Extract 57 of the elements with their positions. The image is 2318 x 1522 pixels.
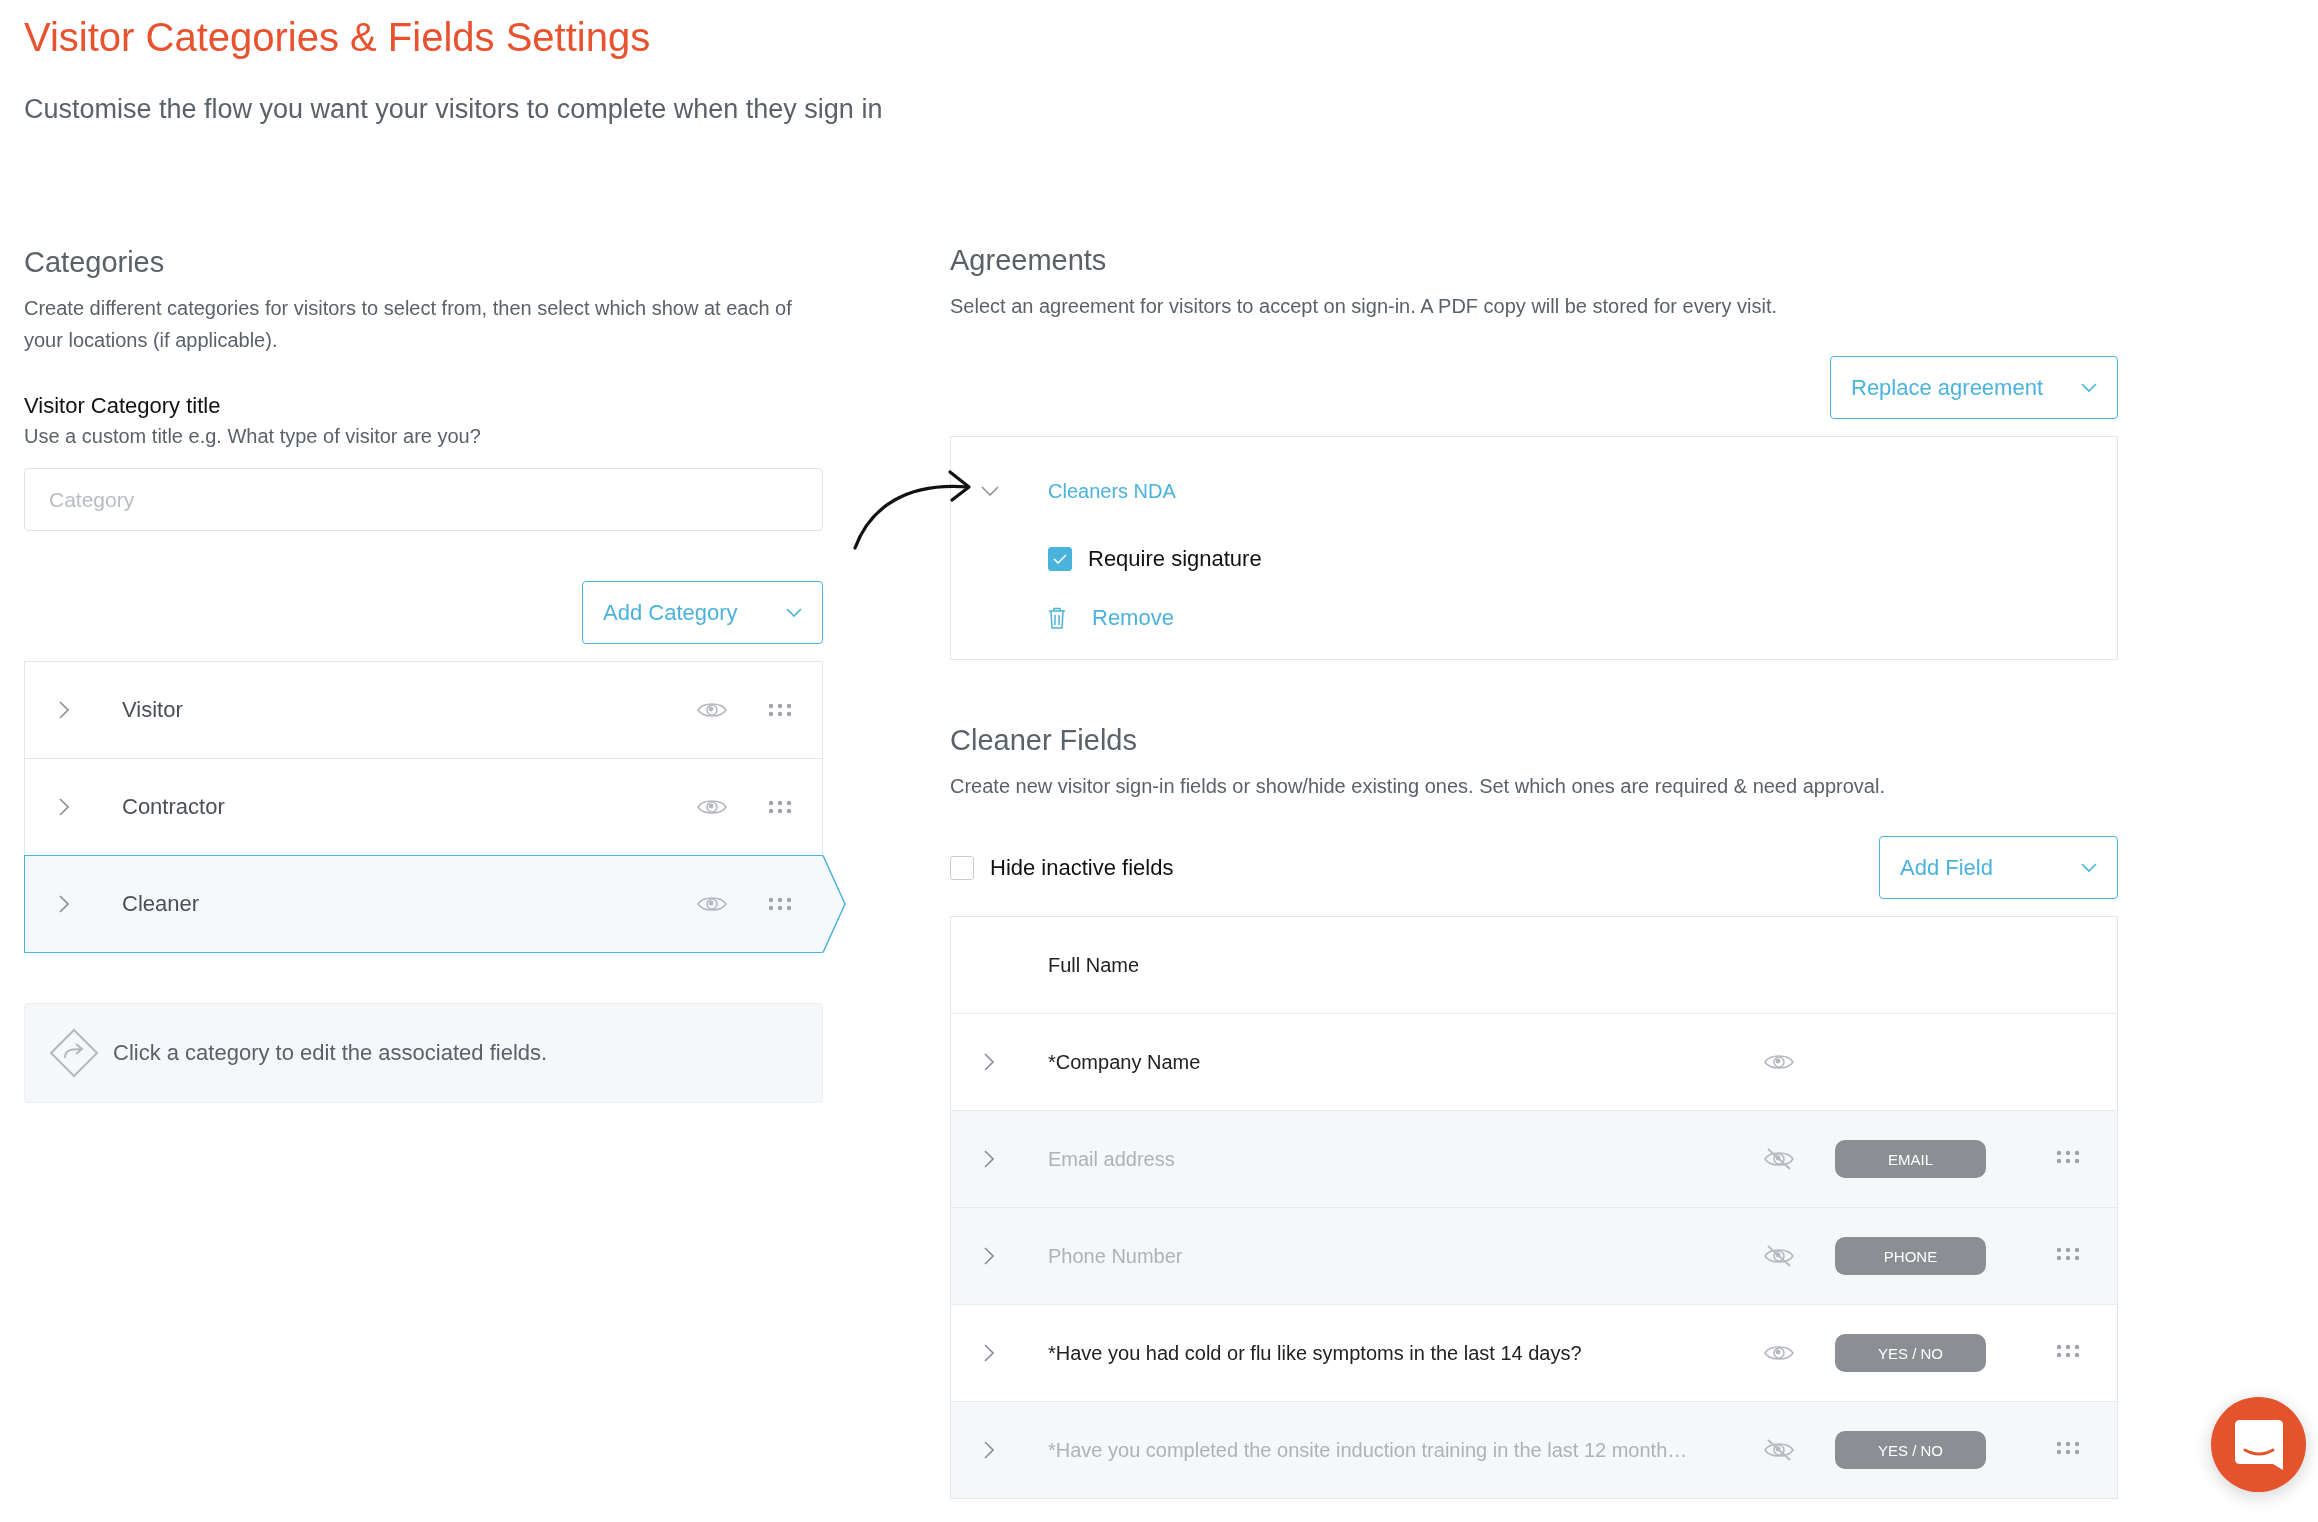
page-subtitle: Customise the flow you want your visitors to complete when they sign in [24, 93, 884, 126]
check-icon [1053, 554, 1067, 564]
field-type-tag: PHONE [1835, 1237, 1986, 1275]
category-name: Contractor [122, 794, 226, 820]
drag-handle-icon[interactable] [2056, 1344, 2080, 1358]
field-label: *Company Name [1048, 1050, 1202, 1074]
trash-icon[interactable] [1048, 607, 1066, 629]
eye-icon[interactable] [697, 700, 727, 720]
eye-icon[interactable] [697, 894, 727, 914]
section-heading: Agreements [950, 243, 1108, 278]
chevron-right-icon[interactable] [984, 1053, 994, 1071]
diamond-arrow-icon [49, 1028, 99, 1078]
checkbox-label: Require signature [1088, 546, 1262, 572]
add-category-button[interactable]: Add Category [582, 581, 823, 644]
field-label: Visitor Category title [24, 392, 222, 420]
section-description: Select an agreement for visitors to accept on sign-in. A PDF copy will be stored for every visit. [950, 294, 1779, 319]
chevron-right-icon[interactable] [59, 798, 69, 816]
category-name: Cleaner [122, 891, 201, 917]
chevron-right-icon[interactable] [984, 1344, 994, 1362]
caret-icon [786, 607, 802, 618]
field-label: Email address [1048, 1147, 1176, 1171]
drag-handle-icon[interactable] [768, 897, 792, 911]
checkbox-label: Hide inactive fields [990, 854, 1174, 881]
field-label: Phone Number [1048, 1244, 1184, 1268]
section-heading: Categories [24, 245, 166, 280]
chat-bubble-icon [2234, 1419, 2283, 1470]
field-type-tag: YES / NO [1835, 1431, 1986, 1469]
chat-button[interactable] [2211, 1397, 2306, 1492]
field-label: *Have you had cold or flu like symptoms in the last 14 days? [1048, 1341, 1583, 1365]
category-input-field[interactable]: Category [24, 468, 823, 531]
page-title: Visitor Categories & Fields Settings [24, 14, 652, 61]
eye-icon[interactable] [697, 797, 727, 817]
section-description: Create new visitor sign-in fields or show/hide existing ones. Set which ones are required & need approval. [950, 774, 1886, 799]
checkbox[interactable] [950, 855, 974, 880]
field-type-tag: YES / NO [1835, 1334, 1986, 1372]
section-description: Create different categories for visitors to select from, then select which show at each of your locations (if applicable). [24, 296, 793, 353]
info-text: Click a category to edit the associated fields. [113, 1040, 548, 1066]
replace-agreement-button[interactable]: Replace agreement [1830, 356, 2118, 419]
chevron-right-icon[interactable] [59, 701, 69, 719]
field-type-tag: EMAIL [1835, 1140, 1986, 1178]
field-hint: Use a custom title e.g. What type of visitor are you? [24, 424, 482, 449]
field-label: *Have you completed the onsite induction training in the last 12 month… [1048, 1438, 1689, 1462]
caret-icon [2081, 862, 2097, 873]
drag-handle-icon[interactable] [768, 703, 792, 717]
category-row[interactable]: Contractor [24, 758, 823, 856]
category-name: Visitor [122, 697, 184, 723]
caret-icon [2081, 382, 2097, 393]
checkbox[interactable] [1048, 547, 1072, 571]
chevron-icon[interactable] [981, 486, 999, 496]
agreement-link[interactable]: Cleaners NDA [1048, 479, 1176, 503]
drag-handle-icon[interactable] [768, 800, 792, 814]
remove-link[interactable]: Remove [1092, 605, 1174, 631]
chevron-right-icon[interactable] [59, 895, 69, 913]
category-row[interactable]: Visitor [24, 661, 823, 759]
add-field-button[interactable]: Add Field [1879, 836, 2118, 899]
section-heading: Cleaner Fields [950, 723, 1138, 758]
field-label: Full Name [1048, 953, 1141, 977]
